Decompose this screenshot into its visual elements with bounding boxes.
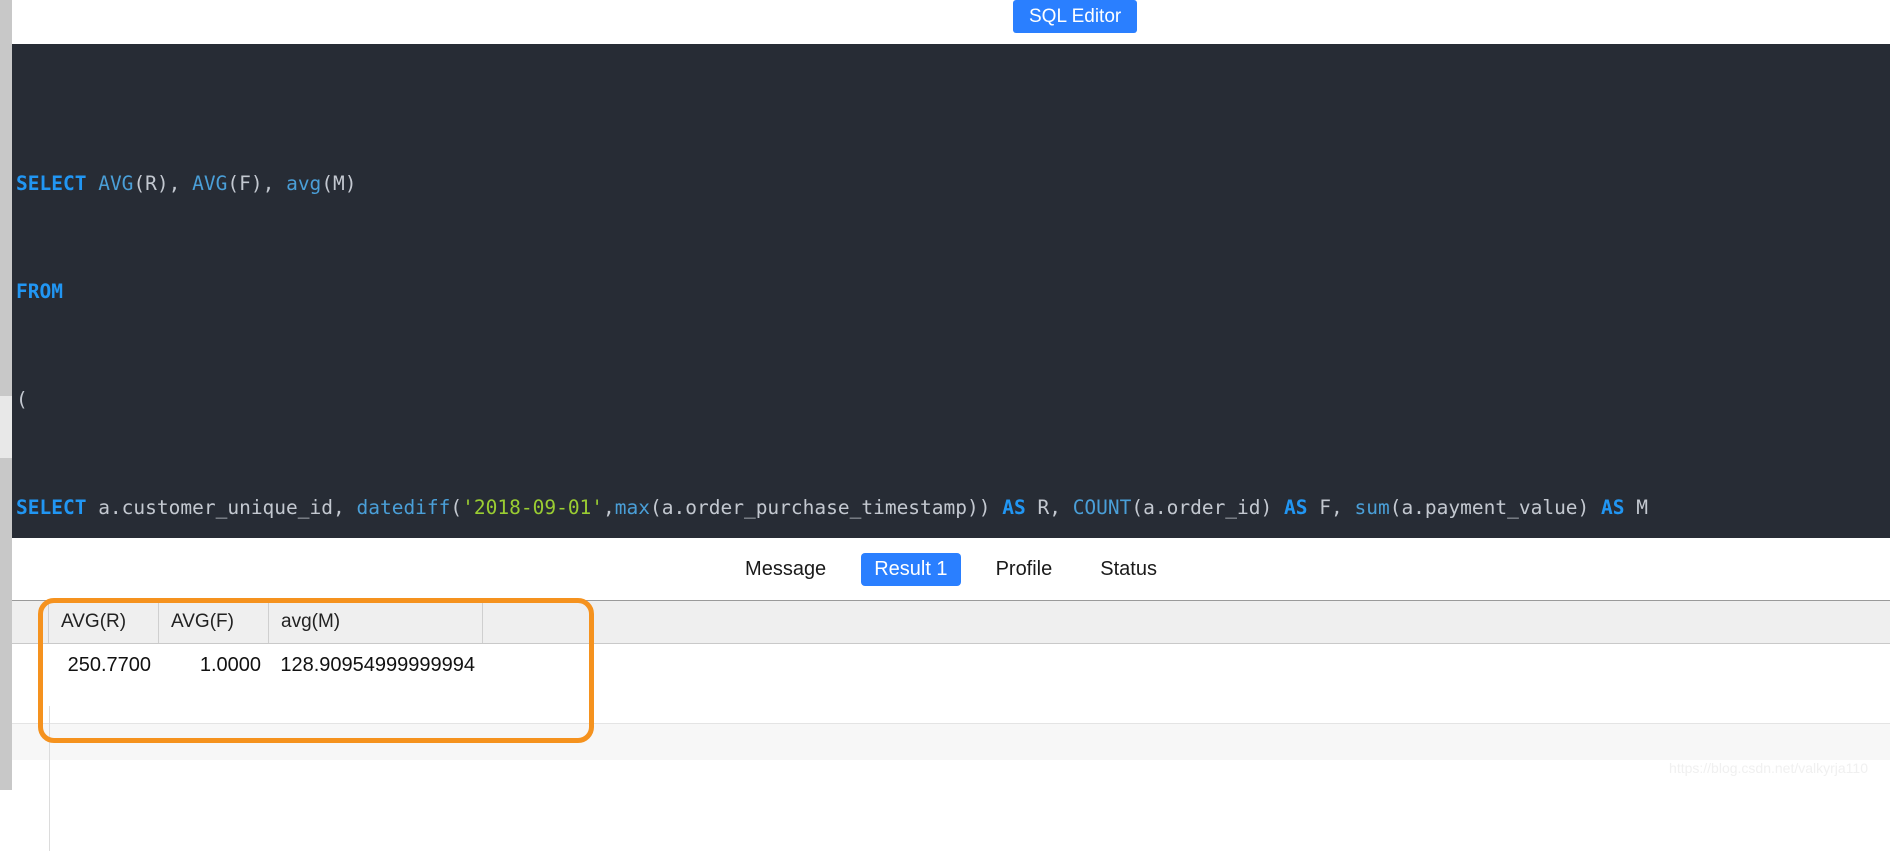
tab-status[interactable]: Status (1087, 553, 1170, 586)
code-line: SELECT a.customer_unique_id, datediff('2… (16, 496, 1648, 519)
tab-profile[interactable]: Profile (983, 553, 1066, 586)
sql-code-content: SELECT AVG(R), AVG(F), avg(M) FROM ( SEL… (12, 94, 1890, 538)
results-pane: Message Result 1 Profile Status AVG(R) A… (12, 538, 1890, 851)
cell-avg-m: 128.90954999999994 (280, 653, 475, 676)
top-bar: SQL Editor (12, 0, 1890, 44)
code-line: ( (16, 388, 28, 411)
sql-code-editor[interactable]: SELECT AVG(R), AVG(F), avg(M) FROM ( SEL… (12, 44, 1890, 538)
code-line: SELECT AVG(R), AVG(F), avg(M) (16, 172, 357, 195)
tab-sql-editor[interactable]: SQL Editor (1013, 0, 1138, 33)
column-header-avg-r[interactable]: AVG(R) (49, 601, 159, 643)
watermark: https://blog.csdn.net/valkyrja110 (1669, 760, 1868, 776)
tab-message[interactable]: Message (732, 553, 839, 586)
column-header-avg-f[interactable]: AVG(F) (159, 601, 269, 643)
cell-avg-f: 1.0000 (199, 653, 261, 676)
cell-avg-r: 250.7700 (67, 653, 151, 676)
table-row[interactable]: 250.7700 1.0000 128.90954999999994 (12, 644, 1890, 686)
grid-empty-row-striped (12, 723, 1890, 760)
results-tab-bar: Message Result 1 Profile Status (12, 538, 1890, 600)
cell-filler (483, 644, 1890, 686)
grid-row-number-divider (49, 706, 50, 851)
vertical-scrollbar-thumb[interactable] (0, 396, 12, 458)
grid-empty-row (12, 686, 1890, 723)
tab-result-1[interactable]: Result 1 (861, 552, 961, 586)
vertical-scrollbar[interactable] (0, 0, 12, 790)
row-number-cell (12, 644, 49, 686)
column-header-filler (483, 601, 1890, 643)
results-grid: AVG(R) AVG(F) avg(M) 250.7700 1.0000 128… (12, 600, 1890, 851)
grid-empty-row-2 (12, 760, 1890, 792)
row-number-header[interactable] (12, 601, 49, 643)
column-header-avg-m[interactable]: avg(M) (269, 601, 483, 643)
code-line: FROM (16, 280, 63, 303)
results-grid-header-row: AVG(R) AVG(F) avg(M) (12, 600, 1890, 644)
